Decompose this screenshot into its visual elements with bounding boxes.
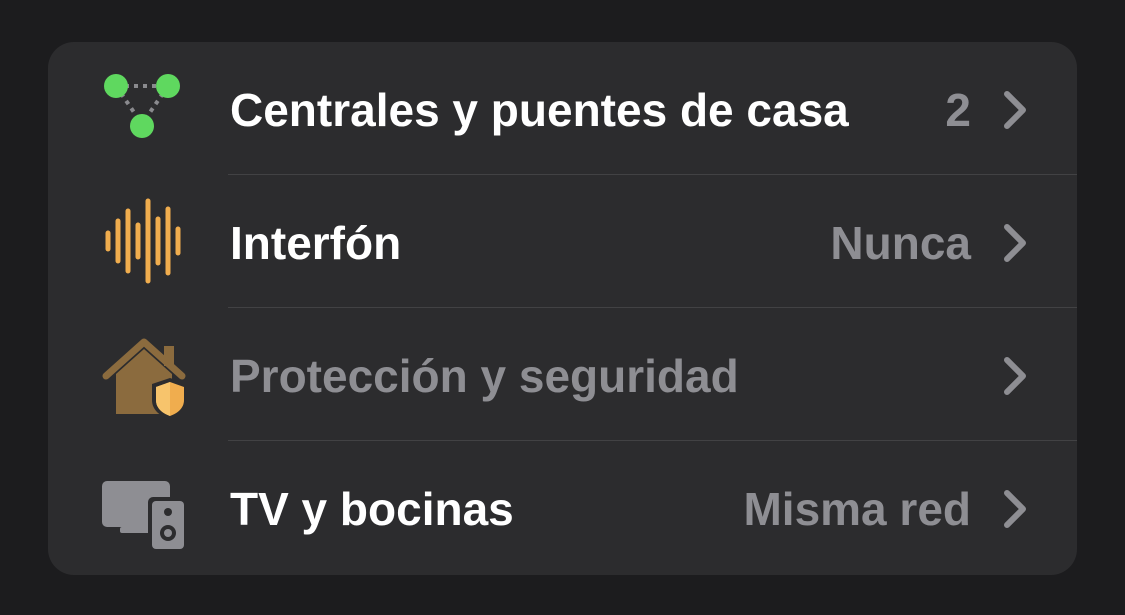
row-value: Misma red — [743, 483, 971, 535]
home-shield-icon — [102, 334, 190, 422]
chevron-right-icon — [1001, 223, 1029, 263]
settings-card: Centrales y puentes de casa 2 Interfón N… — [48, 42, 1077, 575]
tv-speaker-icon — [102, 465, 190, 553]
chevron-right-icon — [1001, 489, 1029, 529]
row-label: Centrales y puentes de casa — [230, 84, 849, 136]
row-label: Interfón — [230, 217, 402, 269]
row-intercom[interactable]: Interfón Nunca — [48, 175, 1077, 308]
intercom-waveform-icon — [102, 197, 190, 285]
row-tv-speakers[interactable]: TV y bocinas Misma red — [48, 441, 1077, 574]
row-value: 2 — [945, 84, 971, 136]
row-protection-security[interactable]: Protección y seguridad — [48, 308, 1077, 441]
row-label: TV y bocinas — [230, 483, 514, 535]
chevron-right-icon — [1001, 90, 1029, 130]
row-value: Nunca — [830, 217, 971, 269]
home-hubs-icon — [102, 64, 190, 152]
chevron-right-icon — [1001, 356, 1029, 396]
row-label: Protección y seguridad — [230, 350, 739, 402]
row-home-hubs[interactable]: Centrales y puentes de casa 2 — [48, 42, 1077, 175]
